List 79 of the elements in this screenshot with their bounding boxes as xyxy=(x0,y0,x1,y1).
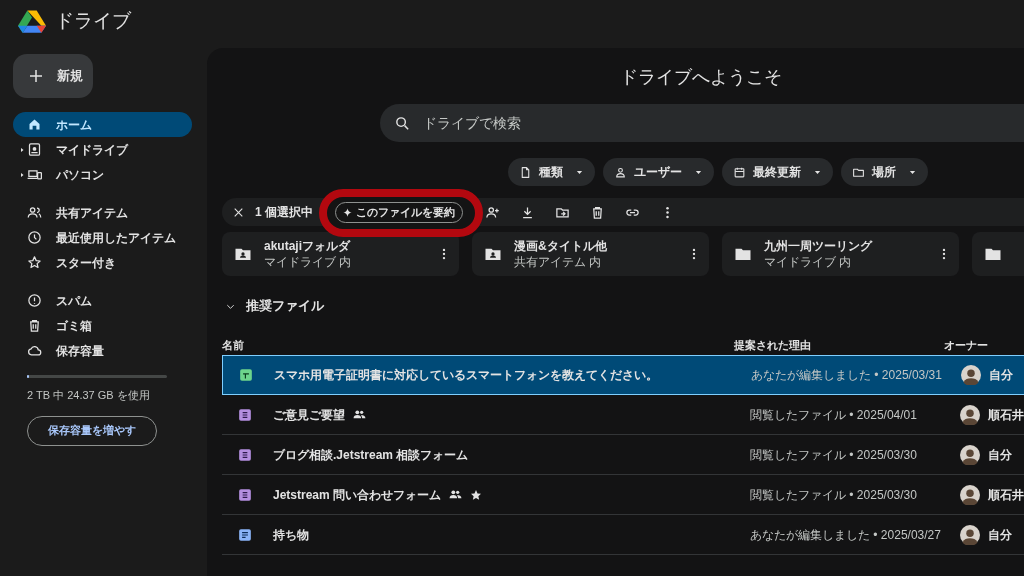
clock-icon xyxy=(27,230,42,245)
folder-name: akutajiフォルダ xyxy=(264,238,352,254)
folder-location: マイドライブ 内 xyxy=(264,254,353,270)
folder-card[interactable]: 九州一周ツーリング マイドライブ 内 xyxy=(722,232,959,276)
file-row[interactable]: ご意見ご要望 閲覧したファイル • 2025/04/01 順石井 xyxy=(222,395,1024,435)
file-row[interactable]: 持ち物 あなたが編集しました • 2025/03/27 自分 xyxy=(222,515,1024,555)
alert-icon xyxy=(27,293,42,308)
storage-usage-text: 2 TB 中 24.37 GB を使用 xyxy=(27,388,151,403)
home-icon xyxy=(27,117,42,132)
avatar-icon xyxy=(960,444,980,465)
cloud-icon xyxy=(27,343,42,358)
file-name: スマホ用電子証明書に対応しているスマートフォンを教えてください。 xyxy=(274,367,658,384)
folder-name: 漫画&タイトル他 xyxy=(514,238,608,254)
form-icon xyxy=(238,447,252,462)
filter-chip[interactable]: 種類 xyxy=(508,158,595,186)
nav-item[interactable]: 共有アイテム xyxy=(13,200,192,225)
file-name: 持ち物 xyxy=(273,526,309,544)
form-icon xyxy=(238,407,252,422)
plus-icon xyxy=(27,67,45,85)
file-name: ブログ相談.Jetstream 相談フォーム xyxy=(273,446,469,464)
search-field[interactable]: ドライブで検索 xyxy=(380,104,1024,142)
nav-item[interactable]: スパム xyxy=(13,288,192,313)
trash-icon xyxy=(27,318,42,333)
selection-count: 1 個選択中 xyxy=(255,204,313,221)
nav-item[interactable]: ゴミ箱 xyxy=(13,313,192,338)
page-heading: ドライブへようこそ xyxy=(618,66,783,89)
suggestion-reason: 閲覧したファイル • 2025/03/30 xyxy=(750,446,918,464)
search-icon xyxy=(394,115,411,132)
filter-chip[interactable]: ユーザー xyxy=(603,158,714,186)
avatar-icon xyxy=(960,404,980,425)
document-icon xyxy=(238,527,252,542)
folder-location: 共有アイテム 内 xyxy=(514,254,603,270)
file-row[interactable]: Jetstream 問い合わせフォーム 閲覧したファイル • 2025/03/30 順石井 xyxy=(222,475,1024,515)
file-name: ご意見ご要望 xyxy=(273,406,345,424)
column-header[interactable]: 提案された理由 xyxy=(734,336,944,354)
app-title: ドライブ xyxy=(55,8,131,33)
file-name: Jetstream 問い合わせフォーム xyxy=(273,486,442,504)
form-icon xyxy=(238,487,252,502)
file-row[interactable]: スマホ用電子証明書に対応しているスマートフォンを教えてください。 あなたが編集しました • 2025/03/31 自分 xyxy=(222,355,1024,395)
column-header[interactable]: 名前 xyxy=(222,336,734,354)
nav-item[interactable]: パソコン xyxy=(13,162,192,187)
owner-name: 自分 xyxy=(988,446,1012,464)
nav-item[interactable]: ホーム xyxy=(13,112,192,137)
suggestion-reason: あなたが編集しました • 2025/03/31 xyxy=(751,367,943,384)
file-row[interactable]: ブログ相談.Jetstream 相談フォーム 閲覧したファイル • 2025/03/30 自分 xyxy=(222,435,1024,475)
filter-chip[interactable]: 場所 xyxy=(841,158,928,186)
nav-item[interactable]: 保存容量 xyxy=(13,338,192,363)
owner-name: 順石井 xyxy=(988,486,1024,504)
owner-name: 自分 xyxy=(988,526,1012,544)
trash-icon[interactable] xyxy=(590,204,605,220)
folder-card[interactable]: akutajiフォルダ マイドライブ 内 xyxy=(222,232,459,276)
avatar-icon xyxy=(960,524,980,545)
avatar-icon xyxy=(961,365,981,385)
sparkle-icon xyxy=(343,207,352,217)
people-icon xyxy=(27,205,42,220)
nav-item[interactable]: スター付き xyxy=(13,250,192,275)
folder-name: 九州一周ツーリング xyxy=(764,238,874,254)
owner-name: 順石井 xyxy=(988,406,1024,424)
spreadsheet-icon xyxy=(239,368,253,382)
share-person-icon[interactable] xyxy=(485,204,500,220)
new-button[interactable]: 新規 xyxy=(13,54,93,98)
folder-card[interactable]: 漫画&タイトル他 共有アイテム 内 xyxy=(472,232,709,276)
star-icon xyxy=(27,255,42,270)
nav-item[interactable]: 最近使用したアイテム xyxy=(13,225,192,250)
person-icon xyxy=(614,165,627,179)
suggestion-reason: 閲覧したファイル • 2025/03/30 xyxy=(750,486,918,504)
computer-icon xyxy=(27,167,42,182)
owner-name: 自分 xyxy=(989,367,1013,384)
section-heading: 推奨ファイル xyxy=(246,297,324,316)
column-header[interactable]: オーナー xyxy=(944,336,1024,354)
filter-chip[interactable]: 最終更新 xyxy=(722,158,833,186)
drive-icon xyxy=(27,142,42,157)
nav-item[interactable]: マイドライブ xyxy=(13,137,192,162)
calendar-icon xyxy=(733,165,746,179)
folder-location: マイドライブ 内 xyxy=(764,254,853,270)
suggestion-reason: 閲覧したファイル • 2025/04/01 xyxy=(750,406,918,424)
suggestion-reason: あなたが編集しました • 2025/03/27 xyxy=(750,526,942,544)
file-icon xyxy=(519,165,532,179)
avatar-icon xyxy=(960,484,980,505)
